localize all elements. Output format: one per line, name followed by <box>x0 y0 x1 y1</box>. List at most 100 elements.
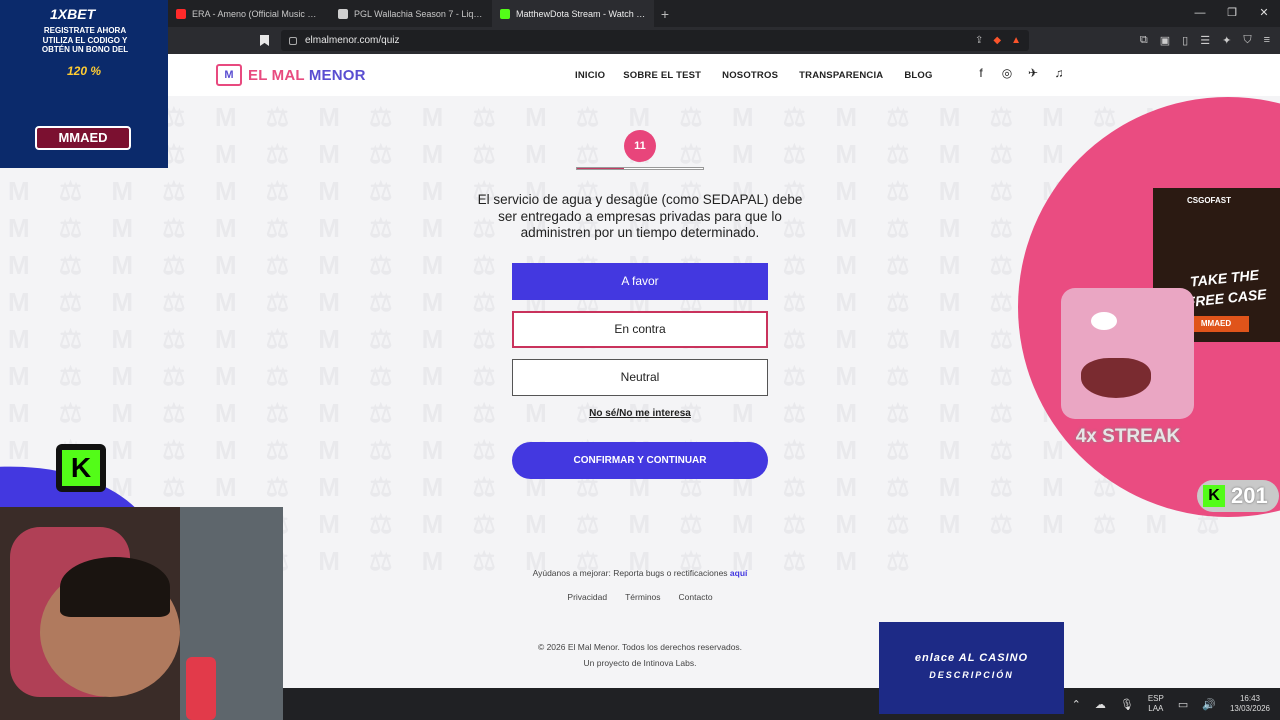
nav-inicio[interactable]: INICIO <box>575 70 605 81</box>
question-number-badge: 11 <box>624 130 656 162</box>
sticker-mouth <box>1081 358 1151 398</box>
site-header: M EL MAL MENOR INICIO SOBRE EL TEST NOSO… <box>168 54 1280 96</box>
twitter-icon[interactable]: ✈ <box>1026 66 1040 80</box>
footer-link-terminos[interactable]: Términos <box>625 592 660 602</box>
url-bar[interactable]: elmalmenor.com/quiz ⇪ ◆ ▲ <box>281 30 1029 51</box>
browser-tab-youtube[interactable]: ERA - Ameno (Official Music Video) · <box>168 0 330 27</box>
tiktok-icon[interactable]: ♫ <box>1052 66 1066 80</box>
share-icon[interactable]: ⇪ <box>975 35 983 46</box>
sticker-eye <box>1091 312 1117 330</box>
leo-icon[interactable]: ✦ <box>1222 34 1231 47</box>
casino-ad-overlay: enlace AL CASINO DESCRIPCIÓN <box>879 622 1064 714</box>
minimize-button[interactable]: — <box>1184 0 1216 27</box>
logo-text-part1: EL MAL <box>248 66 309 84</box>
1xbet-code: MMAED <box>35 126 131 150</box>
nav-nosotros[interactable]: NOSOTROS <box>722 70 778 81</box>
copyright-text: © 2026 El Mal Menor. Todos los derechos … <box>537 642 743 652</box>
wallet-icon[interactable]: ▣ <box>1160 34 1170 47</box>
casino-line2: DESCRIPCIÓN <box>929 670 1014 680</box>
lang-code: ESP <box>1147 694 1164 703</box>
streak-label: 4x STREAK <box>1075 426 1181 447</box>
skip-link[interactable]: No sé/No me interesa <box>589 408 691 419</box>
brave-shield-icon[interactable]: ◆ <box>993 35 1001 46</box>
site-logo[interactable]: M EL MAL MENOR <box>216 64 366 86</box>
window-controls: — ❐ ✕ <box>1184 0 1280 27</box>
1xbet-promo-text: REGISTRATE AHORA UTILIZA EL CODIGO Y OBT… <box>41 26 129 54</box>
footer-copyright: © 2026 El Mal Menor. Todos los derechos … <box>440 639 840 671</box>
footer-help: Ayúdanos a mejorar: Reporta bugs o recti… <box>440 568 840 578</box>
instagram-icon[interactable]: ◎ <box>1000 66 1014 80</box>
close-window-button[interactable]: ✕ <box>1248 0 1280 27</box>
browser-tools: ⧉ ▣ ▯ ☰ ✦ ⛉ ≡ <box>1140 34 1280 47</box>
facebook-icon[interactable]: f <box>974 66 988 80</box>
footer-help-text: Ayúdanos a mejorar: Reporta bugs o recti… <box>532 568 730 578</box>
option-a-favor[interactable]: A favor <box>512 263 768 300</box>
quiz-progress-fill <box>577 168 624 169</box>
streak-sticker-image <box>1061 288 1194 419</box>
kick-logo-icon: K <box>1203 485 1225 507</box>
menu-icon[interactable]: ≡ <box>1264 34 1270 47</box>
kick-letter: K <box>62 450 100 486</box>
option-neutral[interactable]: Neutral <box>512 359 768 396</box>
footer-link-contacto[interactable]: Contacto <box>679 592 713 602</box>
confirm-button[interactable]: CONFIRMAR Y CONTINUAR <box>512 442 768 479</box>
casino-line1: enlace AL CASINO <box>914 652 1029 664</box>
skip-option: No sé/No me interesa <box>512 408 768 419</box>
restore-button[interactable]: ❐ <box>1216 0 1248 27</box>
csgofast-brand: CSGOFAST <box>1187 196 1232 205</box>
quiz-progress-bar <box>576 167 704 170</box>
kick-viewer-badge: K 201 <box>1197 480 1279 512</box>
volume-icon[interactable]: 🔊 <box>1202 698 1216 711</box>
social-links: f ◎ ✈ ♫ <box>974 66 1066 80</box>
system-tray: ⌃ ☁ 🎙 ESP LAA ▭ 🔊 16:43 13/03/2026 <box>1072 688 1270 720</box>
brave-rewards-icon[interactable]: ▲ <box>1011 35 1021 46</box>
1xbet-ad-overlay: 1XBET REGISTRATE AHORA UTILIZA EL CODIGO… <box>0 0 168 168</box>
logo-text: EL MAL MENOR <box>248 67 366 84</box>
webcam-overlay <box>0 507 283 720</box>
browser-tab-kick[interactable]: MatthewDota Stream - Watch Live o <box>492 0 654 27</box>
footer-help-link[interactable]: aquí <box>730 568 747 578</box>
kick-count: 201 <box>1231 483 1268 508</box>
webcam-microphone <box>186 657 216 720</box>
liquipedia-icon <box>338 8 348 19</box>
lang-region: LAA <box>1148 704 1164 713</box>
browser-tab-liquipedia[interactable]: PGL Wallachia Season 7 - Liquipedia <box>330 0 492 27</box>
option-en-contra[interactable]: En contra <box>512 311 768 348</box>
display-icon[interactable]: ▭ <box>1178 698 1188 711</box>
extensions-icon[interactable]: ⧉ <box>1140 34 1148 47</box>
tab-title: ERA - Ameno (Official Music Video) · <box>192 8 322 19</box>
bookmark-icon[interactable] <box>260 35 269 46</box>
nav-sobre-el-test[interactable]: SOBRE EL TEST <box>623 70 701 81</box>
clock-time: 16:43 <box>1239 694 1260 703</box>
sidebar-icon[interactable]: ▯ <box>1182 34 1188 47</box>
nav-blog[interactable]: BLOG <box>904 70 932 81</box>
reader-icon[interactable]: ☰ <box>1200 34 1210 47</box>
1xbet-brand: 1XBET <box>50 6 96 22</box>
site-info-icon[interactable] <box>289 36 297 45</box>
logo-text-part2: MENOR <box>308 66 366 84</box>
language-indicator[interactable]: ESP LAA <box>1148 694 1164 714</box>
tab-title: PGL Wallachia Season 7 - Liquipedia <box>354 8 484 19</box>
taskbar: ⌃ ☁ 🎙 ESP LAA ▭ 🔊 16:43 13/03/2026 <box>283 688 1280 720</box>
url-bar-icons: ⇪ ◆ ▲ <box>975 35 1021 46</box>
tab-title: MatthewDota Stream - Watch Live o <box>516 8 646 19</box>
question-text: El servicio de agua y desagüe (como SEDA… <box>477 192 803 240</box>
browser-tab-bar: ERA - Ameno (Official Music Video) · PGL… <box>168 0 1280 27</box>
vpn-icon[interactable]: ⛉ <box>1243 34 1251 47</box>
new-tab-button[interactable]: + <box>654 6 676 22</box>
webcam-streamer-hair <box>60 557 170 617</box>
clock-date: 13/03/2026 <box>1229 704 1270 713</box>
footer-link-privacidad[interactable]: Privacidad <box>567 592 607 602</box>
microphone-icon[interactable]: 🎙 <box>1120 698 1134 711</box>
tray-chevron-icon[interactable]: ⌃ <box>1072 698 1081 711</box>
main-nav: INICIO SOBRE EL TEST NOSOTROS TRANSPAREN… <box>575 70 933 81</box>
cloud-icon[interactable]: ☁ <box>1095 698 1106 711</box>
kick-icon <box>500 8 510 19</box>
kick-overlay-icon: K <box>56 444 106 492</box>
nav-transparencia[interactable]: TRANSPARENCIA <box>799 70 883 81</box>
screen: ERA - Ameno (Official Music Video) · PGL… <box>0 0 1280 720</box>
address-toolbar: elmalmenor.com/quiz ⇪ ◆ ▲ ⧉ ▣ ▯ ☰ ✦ ⛉ ≡ <box>168 27 1280 54</box>
footer-links: Privacidad Términos Contacto <box>540 592 740 602</box>
system-clock[interactable]: 16:43 13/03/2026 <box>1230 694 1270 714</box>
url-text[interactable]: elmalmenor.com/quiz <box>305 35 399 46</box>
